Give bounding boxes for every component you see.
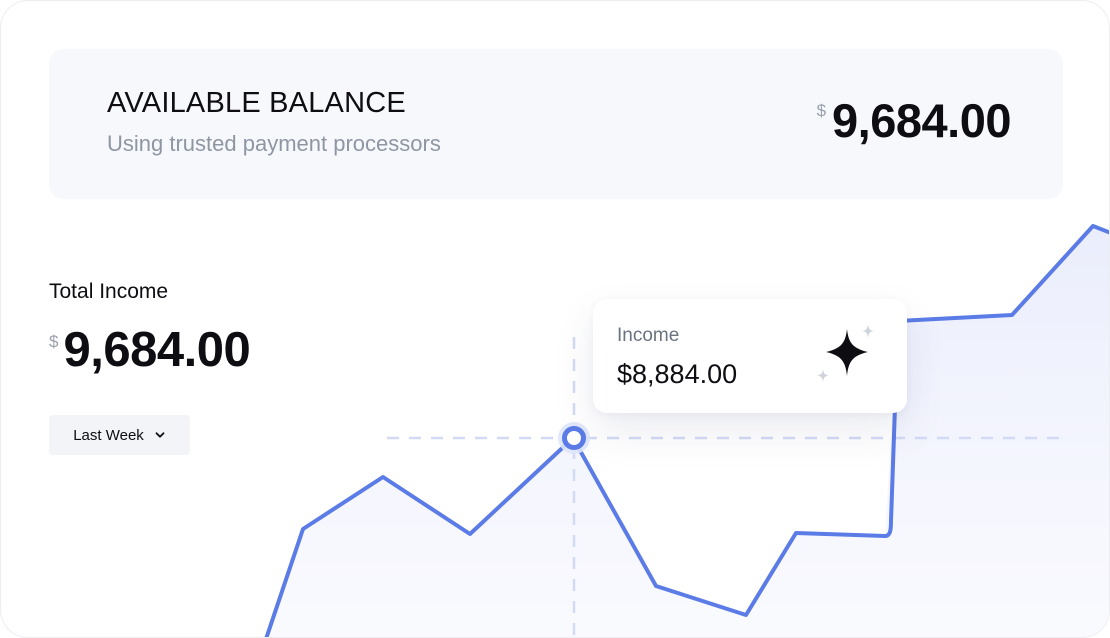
sparkle-icon <box>817 324 874 382</box>
balance-card: AVAILABLE BALANCE Using trusted payment … <box>0 0 1110 638</box>
total-income-amount: 9,684.00 <box>63 323 251 377</box>
income-tooltip: Income $8,884.00 <box>593 299 907 413</box>
currency-symbol: $ <box>816 101 827 120</box>
selected-data-point[interactable] <box>562 426 586 450</box>
period-dropdown[interactable]: Last Week <box>49 415 190 455</box>
balance-amount: 9,684.00 <box>832 94 1011 147</box>
available-balance-panel: AVAILABLE BALANCE Using trusted payment … <box>49 49 1063 199</box>
chart-area <box>266 226 1109 637</box>
balance-amount-group: $ 9,684.00 <box>816 93 1012 148</box>
period-dropdown-label: Last Week <box>73 426 144 444</box>
tooltip-label: Income <box>617 325 680 346</box>
income-amount-group: $ 9,684.00 <box>49 322 251 378</box>
currency-symbol: $ <box>49 332 59 351</box>
tooltip-value: $8,884.00 <box>617 359 738 389</box>
total-income-label: Total Income <box>49 280 169 303</box>
balance-subtitle: Using trusted payment processors <box>107 131 441 156</box>
chevron-down-icon <box>155 432 165 438</box>
balance-title: AVAILABLE BALANCE <box>107 87 406 119</box>
